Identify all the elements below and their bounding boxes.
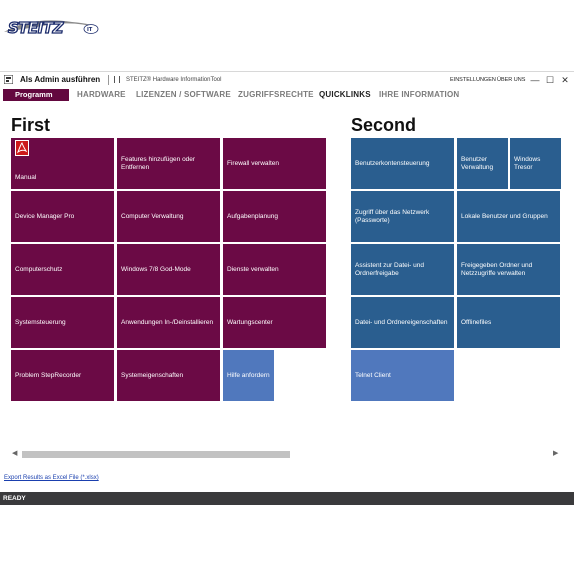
tile-label: Aufgabenplanung [227, 212, 278, 220]
status-bar: READY [0, 492, 574, 505]
tile-system-properties[interactable]: Systemeigenschaften [117, 350, 220, 401]
tile-label: Manual [15, 174, 37, 181]
scroll-right-arrow-icon[interactable]: ▶ [553, 449, 558, 457]
tile-label: Wartungscenter [227, 318, 273, 326]
tile-local-users-groups[interactable]: Lokale Benutzer und Gruppen [457, 191, 560, 242]
tile-label: Firewall verwalten [227, 159, 280, 167]
tile-get-help[interactable]: Hilfe anfordern [223, 350, 274, 401]
adobe-pdf-icon [15, 140, 29, 156]
tile-label: Benutzer Verwaltung [461, 155, 494, 171]
menu-your-information[interactable]: IHRE INFORMATION [379, 90, 459, 99]
tile-task-scheduler[interactable]: Aufgabenplanung [223, 191, 326, 242]
tile-label: Lokale Benutzer und Gruppen [461, 212, 548, 220]
tile-label: Anwendungen In-/Deinstallieren [121, 318, 214, 326]
tile-label: Assistent zur Datei- und Ordnerfreigabe [355, 261, 425, 277]
tile-telnet-client[interactable]: Telnet Client [351, 350, 454, 401]
tile-label: Datei- und Ordnereigenschaften [355, 318, 448, 326]
tile-label: Windows Tresor [514, 155, 541, 171]
tile-label: Computer Verwaltung [121, 212, 184, 220]
menu-bar: Programm HARDWARE LIZENZEN / SOFTWARE ZU… [0, 88, 574, 102]
app-window: Als Admin ausführen STEITZ® Hardware Inf… [0, 71, 574, 505]
tile-label: Windows 7/8 God-Mode [121, 265, 191, 273]
title-separator [108, 75, 109, 85]
logo-text: STEITZ [8, 19, 65, 37]
tile-windows-vault[interactable]: Windows Tresor [510, 138, 561, 189]
tile-services[interactable]: Dienste verwalten [223, 244, 326, 295]
menu-licenses-software[interactable]: LIZENZEN / SOFTWARE [136, 90, 231, 99]
tile-label: Dienste verwalten [227, 265, 279, 273]
tile-network-access[interactable]: Zugriff über das Netzwerk (Passworte) [351, 191, 454, 242]
tile-label: Freigegeben Ordner und Netzzugriffe verw… [461, 261, 533, 277]
menu-hardware[interactable]: HARDWARE [77, 90, 126, 99]
tile-firewall[interactable]: Firewall verwalten [223, 138, 326, 189]
app-icon [4, 75, 13, 84]
tile-user-management[interactable]: Benutzer Verwaltung [457, 138, 508, 189]
tile-computer-protection[interactable]: Computerschutz [11, 244, 114, 295]
tile-label: Benutzerkontensteuerung [355, 159, 430, 167]
menu-quicklinks[interactable]: QUICKLINKS [319, 90, 371, 99]
about-link[interactable]: ÜBER UNS [497, 77, 525, 83]
settings-link[interactable]: EINSTELLUNGEN [450, 77, 496, 83]
tile-maintenance-center[interactable]: Wartungscenter [223, 297, 326, 348]
tile-label: Zugriff über das Netzwerk (Passworte) [355, 208, 430, 224]
run-as-admin-button[interactable]: Als Admin ausführen [20, 75, 100, 84]
tile-manual[interactable]: Manual [11, 138, 114, 189]
tile-label: Computerschutz [15, 265, 63, 273]
tile-label: Telnet Client [355, 371, 391, 379]
screen: { "logo": { "text": "STEITZ", "badge": "… [0, 0, 574, 574]
title-bar: Als Admin ausführen STEITZ® Hardware Inf… [0, 72, 574, 88]
tile-user-account-control[interactable]: Benutzerkontensteuerung [351, 138, 454, 189]
steitz-logo: STEITZ IT [4, 18, 99, 38]
tile-label: Hilfe anfordern [227, 371, 270, 379]
menu-access-rights[interactable]: ZUGRIFFSRECHTE [238, 90, 314, 99]
tile-control-panel[interactable]: Systemsteuerung [11, 297, 114, 348]
export-excel-link[interactable]: Export Results as Excel File (*.xlsx) [4, 475, 99, 481]
tile-folder-options[interactable]: Datei- und Ordnereigenschaften [351, 297, 454, 348]
scroll-left-arrow-icon[interactable]: ◀ [12, 449, 17, 457]
tile-device-manager[interactable]: Device Manager Pro [11, 191, 114, 242]
group-title-first: First [11, 115, 51, 135]
tile-computer-management[interactable]: Computer Verwaltung [117, 191, 220, 242]
tile-label: Problem StepRecorder [15, 371, 82, 379]
tile-shared-folders[interactable]: Freigegeben Ordner und Netzzugriffe verw… [457, 244, 560, 295]
tile-install-uninstall[interactable]: Anwendungen In-/Deinstallieren [117, 297, 220, 348]
horizontal-scrollbar-thumb[interactable] [22, 451, 290, 458]
logo-badge: IT [87, 27, 93, 33]
tile-label: Systemsteuerung [15, 318, 66, 326]
tile-label: Features hinzufügen oder Entfernen [121, 155, 196, 171]
program-menu-button[interactable]: Programm [3, 89, 69, 101]
tile-offline-files[interactable]: Offlinefiles [457, 297, 560, 348]
tile-features[interactable]: Features hinzufügen oder Entfernen [117, 138, 220, 189]
app-title: STEITZ® Hardware InformationTool [126, 77, 222, 83]
maximize-button[interactable]: ☐ [544, 74, 556, 86]
tile-label: Systemeigenschaften [121, 371, 184, 379]
tile-label: Offlinefiles [461, 318, 492, 326]
tile-sharing-wizard[interactable]: Assistent zur Datei- und Ordnerfreigabe [351, 244, 454, 295]
tile-god-mode[interactable]: Windows 7/8 God-Mode [117, 244, 220, 295]
pin-icon[interactable] [114, 76, 120, 83]
close-button[interactable]: ✕ [559, 74, 571, 86]
tile-label: Device Manager Pro [15, 212, 75, 220]
minimize-button[interactable]: — [529, 74, 541, 86]
group-title-second: Second [351, 115, 417, 135]
tile-step-recorder[interactable]: Problem StepRecorder [11, 350, 114, 401]
